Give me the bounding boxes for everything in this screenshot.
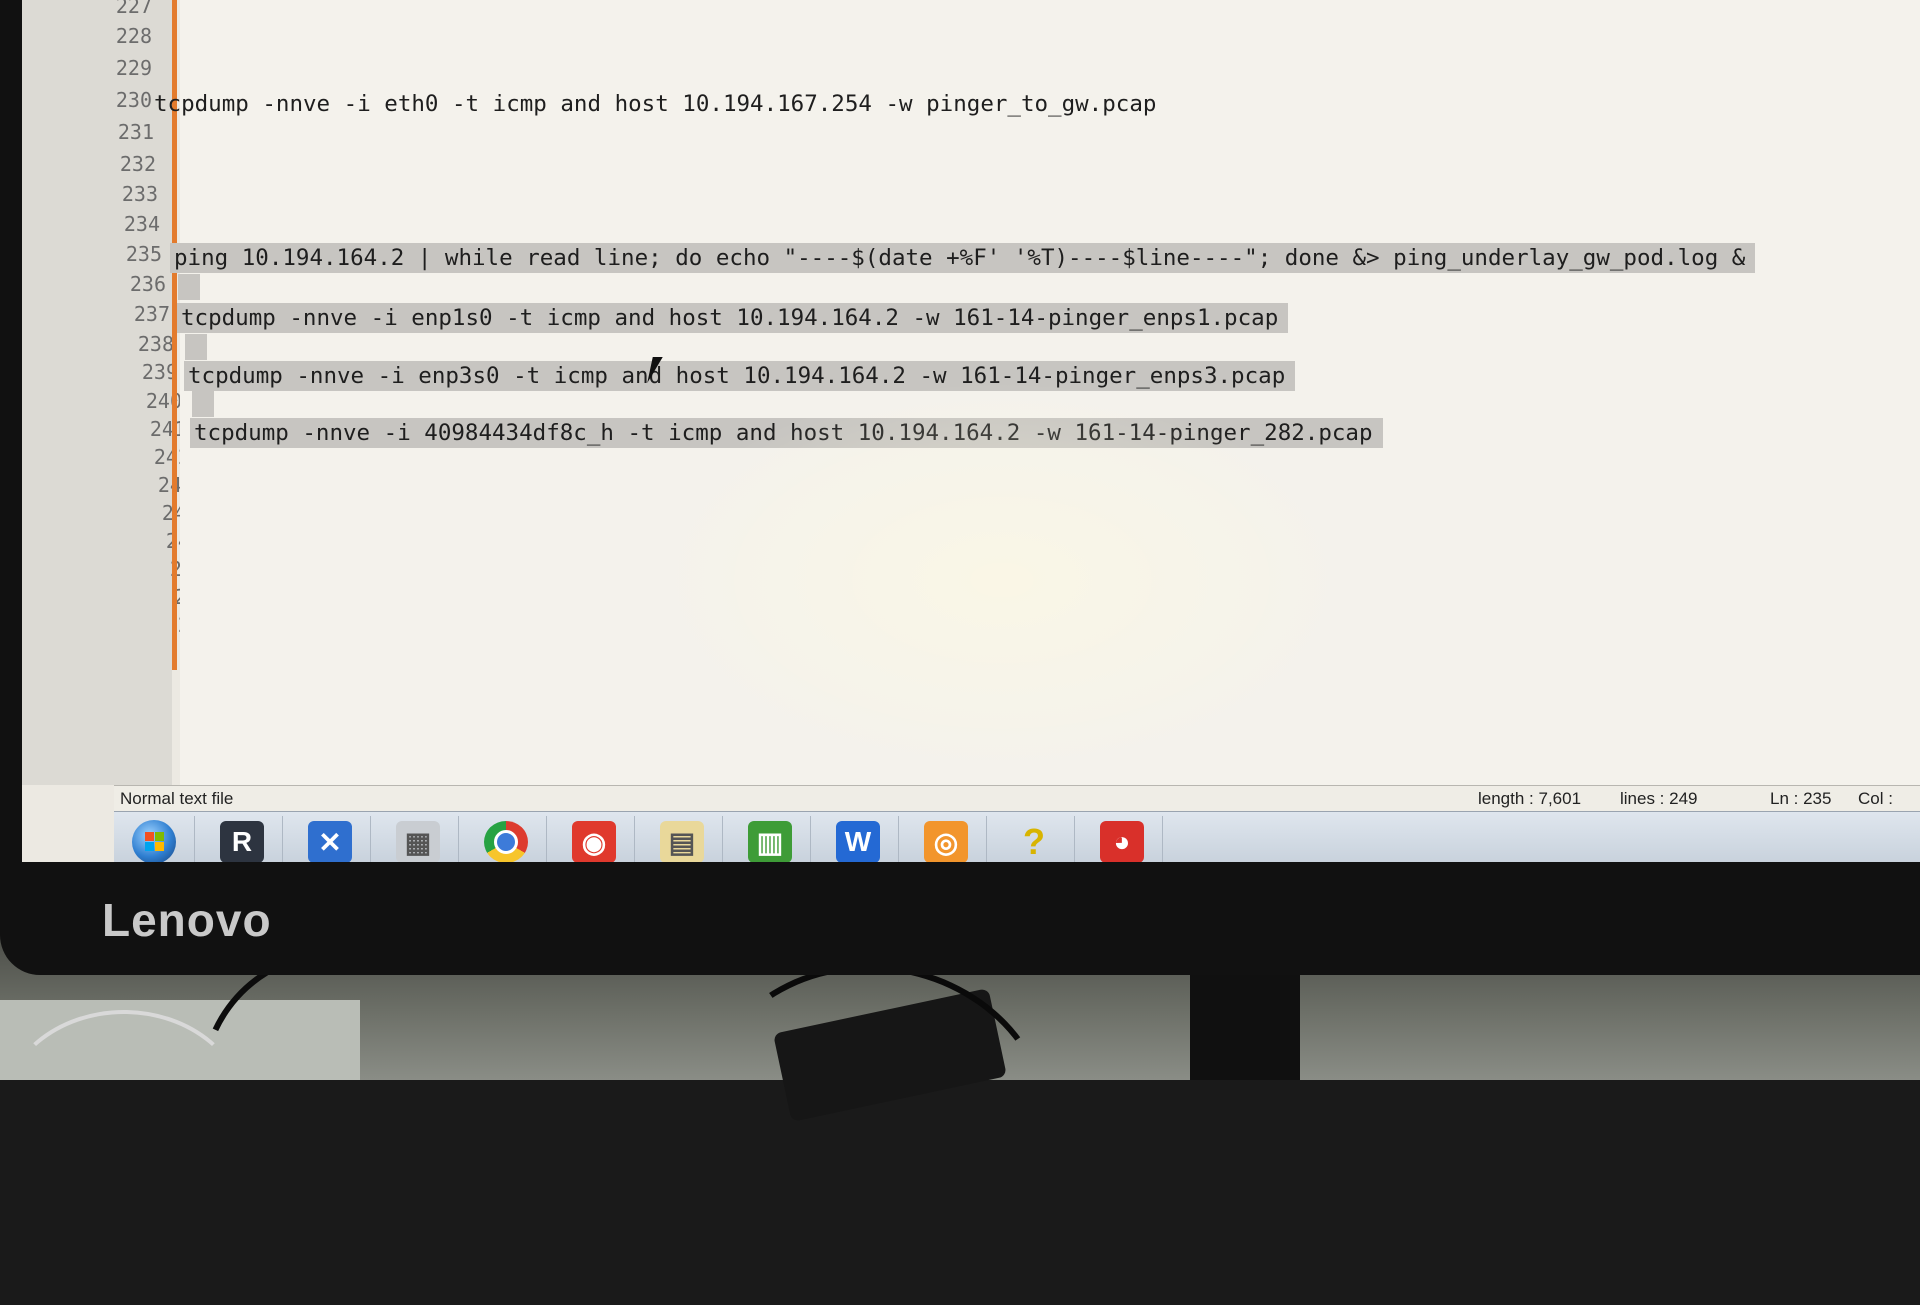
code-line[interactable]: ping 10.194.164.2 | while read line; do … xyxy=(170,242,1756,274)
line-number: 241 xyxy=(149,417,186,441)
code-line-text: tcpdump -nnve -i enp3s0 -t icmp and host… xyxy=(184,361,1296,391)
code-line-text: ping 10.194.164.2 | while read line; do … xyxy=(170,243,1756,273)
selected-empty-line xyxy=(185,334,207,360)
line-number: 227 xyxy=(115,0,152,18)
line-number: 240 xyxy=(145,389,182,413)
screen: 227 228 229 230 231 232 233 234 235 236 237 238 239 2… xyxy=(22,0,1920,862)
selected-empty-line xyxy=(192,391,214,417)
selected-empty-line xyxy=(178,274,200,300)
taskbar-button[interactable] xyxy=(114,816,195,862)
taskbar-button[interactable]: ◉ xyxy=(554,816,635,862)
code-line[interactable]: tcpdump -nnve -i enp1s0 -t icmp and host… xyxy=(177,302,1289,334)
taskbar-button[interactable]: ? xyxy=(994,816,1075,862)
line-number: 236 xyxy=(129,272,166,296)
status-length: length : 7,601 xyxy=(1478,789,1582,808)
line-number: 234 xyxy=(123,212,160,236)
chart-app-icon: ▥ xyxy=(748,821,792,862)
chrome-icon xyxy=(484,821,528,862)
line-number: 235 xyxy=(125,242,162,266)
status-bar: Normal text file length : 7,601 lines : … xyxy=(114,785,1920,812)
calculator-icon: ▦ xyxy=(396,821,440,862)
status-line-position: Ln : 235 xyxy=(1770,789,1832,808)
taskbar-button[interactable]: ▤ xyxy=(642,816,723,862)
line-number: 239 xyxy=(141,360,178,384)
line-number: 228 xyxy=(115,24,152,48)
monitor-stand xyxy=(1190,960,1300,1080)
taskbar-button[interactable]: R xyxy=(202,816,283,862)
taskbar: R ✕ ▦ ◉ ▤ ▥ W ◎? ◕ xyxy=(114,811,1920,862)
taskbar-button[interactable]: ✕ xyxy=(290,816,371,862)
code-line-text: tcpdump -nnve -i enp1s0 -t icmp and host… xyxy=(177,303,1289,333)
taskbar-button[interactable]: ◎ xyxy=(906,816,987,862)
code-line[interactable]: tcpdump -nnve -i enp3s0 -t icmp and host… xyxy=(184,360,1296,392)
taskbar-button[interactable] xyxy=(466,816,547,862)
code-line-text: tcpdump -nnve -i 40984434df8c_h -t icmp … xyxy=(190,418,1383,448)
line-number-gutter: 227 228 229 230 231 232 233 234 235 236 237 238 239 2… xyxy=(22,0,218,785)
orange-app-icon: ◎ xyxy=(924,821,968,862)
help-icon: ? xyxy=(1023,821,1045,862)
status-column-position: Col : xyxy=(1858,789,1893,808)
swirl-app-icon: ◉ xyxy=(572,821,616,862)
monitor-brand-logo: Lenovo xyxy=(102,894,272,946)
line-number: 230 xyxy=(115,88,152,112)
line-number: 243 xyxy=(84,471,194,499)
windows-start-icon xyxy=(132,820,176,862)
r-app-icon: R xyxy=(220,821,264,862)
status-lines: lines : 249 xyxy=(1620,789,1698,808)
code-line-text: tcpdump -nnve -i eth0 -t icmp and host 1… xyxy=(154,91,1157,117)
line-number: 232 xyxy=(119,152,156,176)
x-app-icon: ✕ xyxy=(308,821,352,862)
text-editor-area[interactable]: tcpdump -nnve -i eth0 -t icmp and host 1… xyxy=(154,0,1920,785)
code-line[interactable]: tcpdump -nnve -i 40984434df8c_h -t icmp … xyxy=(190,417,1383,449)
taskbar-button[interactable]: ◕ xyxy=(1082,816,1163,862)
pie-app-icon: ◕ xyxy=(1100,821,1144,862)
line-number: 237 xyxy=(133,302,170,326)
taskbar-button[interactable]: ▦ xyxy=(378,816,459,862)
taskbar-button[interactable]: ▥ xyxy=(730,816,811,862)
wps-writer-icon: W xyxy=(836,821,880,862)
line-number: 238 xyxy=(137,332,174,356)
line-number: 233 xyxy=(121,182,158,206)
monitor: Lenovo 227 228 229 230 231 232 233 234 235 236 237… xyxy=(0,0,1920,975)
file-manager-icon: ▤ xyxy=(660,821,704,862)
cable xyxy=(0,1010,248,1218)
status-file-type: Normal text file xyxy=(120,789,234,808)
code-line[interactable]: tcpdump -nnve -i eth0 -t icmp and host 1… xyxy=(154,88,1156,120)
line-number: 231 xyxy=(117,120,154,144)
taskbar-button[interactable]: W xyxy=(818,816,899,862)
line-number: 229 xyxy=(115,56,152,80)
